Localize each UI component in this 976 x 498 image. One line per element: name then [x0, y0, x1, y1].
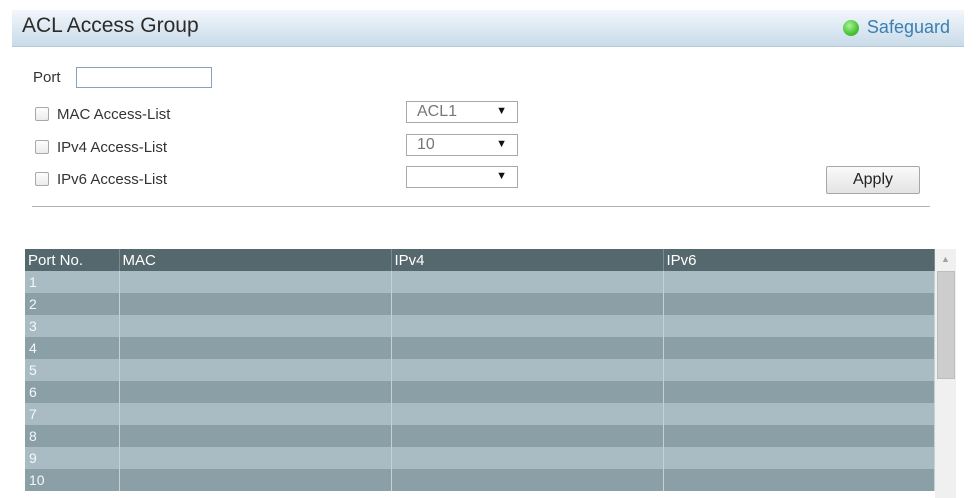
mac-select-value: ACL1 [417, 103, 458, 120]
scroll-thumb[interactable] [937, 271, 955, 379]
mac-cell [119, 403, 392, 425]
table-row: 10 [25, 469, 935, 491]
ipv6-cell [663, 469, 935, 491]
port-label: Port [33, 69, 61, 86]
port-no-cell: 5 [25, 359, 120, 381]
table-header-row: Port No. MAC IPv4 IPv6 [25, 249, 935, 271]
port-no-cell: 9 [25, 447, 120, 469]
ipv4-cell [391, 425, 664, 447]
mac-cell [119, 425, 392, 447]
safeguard-indicator[interactable]: Safeguard [842, 17, 950, 38]
ipv4-access-list-label: IPv4 Access-List [57, 139, 168, 156]
ipv4-cell [391, 403, 664, 425]
mac-cell [119, 315, 392, 337]
status-led-icon [842, 19, 859, 36]
ipv4-cell [391, 447, 664, 469]
table-row: 4 [25, 337, 935, 359]
page-title: ACL Access Group [22, 14, 199, 37]
port-no-cell: 7 [25, 403, 120, 425]
ipv4-cell [391, 337, 664, 359]
mac-access-list-checkbox[interactable] [35, 107, 49, 121]
table-row: 8 [25, 425, 935, 447]
ipv4-cell [391, 271, 664, 293]
ipv6-cell [663, 403, 935, 425]
mac-cell [119, 337, 392, 359]
table-row: 6 [25, 381, 935, 403]
port-no-cell: 2 [25, 293, 120, 315]
ipv6-cell [663, 315, 935, 337]
dropdown-arrow-icon: ▼ [496, 170, 507, 182]
mac-access-list-label: MAC Access-List [57, 106, 171, 123]
column-header-port-no: Port No. [25, 249, 120, 271]
ipv6-cell [663, 359, 935, 381]
port-no-cell: 6 [25, 381, 120, 403]
ipv4-access-list-checkbox[interactable] [35, 140, 49, 154]
ipv4-cell [391, 293, 664, 315]
mac-cell [119, 293, 392, 315]
acl-access-group-table: Port No. MAC IPv4 IPv6 1 2 3 4 5 6 7 8 9… [25, 249, 935, 491]
section-divider [32, 206, 930, 207]
ipv4-cell [391, 381, 664, 403]
scroll-up-arrow-icon[interactable]: ▲ [935, 249, 956, 269]
ipv4-cell [391, 315, 664, 337]
port-no-cell: 8 [25, 425, 120, 447]
ipv6-cell [663, 425, 935, 447]
table-scrollbar[interactable]: ▲ [935, 249, 956, 498]
acl-access-group-page: ACL Access Group Safeguard Port MAC Acce… [0, 0, 976, 498]
mac-cell [119, 447, 392, 469]
table-row: 1 [25, 271, 935, 293]
port-no-cell: 1 [25, 271, 120, 293]
ipv6-cell [663, 271, 935, 293]
page-header: ACL Access Group Safeguard [12, 10, 964, 47]
port-input[interactable] [76, 67, 212, 88]
mac-cell [119, 381, 392, 403]
mac-cell [119, 469, 392, 491]
column-header-mac: MAC [119, 249, 392, 271]
mac-cell [119, 359, 392, 381]
ipv4-cell [391, 469, 664, 491]
ipv6-cell [663, 293, 935, 315]
safeguard-label: Safeguard [866, 17, 950, 37]
ipv4-access-list-select[interactable]: 10 ▼ [406, 134, 518, 156]
ipv6-cell [663, 381, 935, 403]
ipv6-access-list-label: IPv6 Access-List [57, 171, 168, 188]
table-row: 3 [25, 315, 935, 337]
mac-cell [119, 271, 392, 293]
ipv6-cell [663, 447, 935, 469]
port-no-cell: 4 [25, 337, 120, 359]
dropdown-arrow-icon: ▼ [496, 105, 507, 117]
ipv4-cell [391, 359, 664, 381]
column-header-ipv4: IPv4 [391, 249, 664, 271]
table-row: 9 [25, 447, 935, 469]
ipv4-select-value: 10 [417, 136, 435, 153]
ipv6-access-list-select[interactable]: ▼ [406, 166, 518, 188]
table-row: 5 [25, 359, 935, 381]
column-header-ipv6: IPv6 [663, 249, 935, 271]
dropdown-arrow-icon: ▼ [496, 138, 507, 150]
mac-access-list-select[interactable]: ACL1 ▼ [406, 101, 518, 123]
table-row: 2 [25, 293, 935, 315]
apply-button[interactable]: Apply [826, 166, 920, 194]
ipv6-access-list-checkbox[interactable] [35, 172, 49, 186]
ipv6-cell [663, 337, 935, 359]
table-row: 7 [25, 403, 935, 425]
port-no-cell: 10 [25, 469, 120, 491]
port-no-cell: 3 [25, 315, 120, 337]
